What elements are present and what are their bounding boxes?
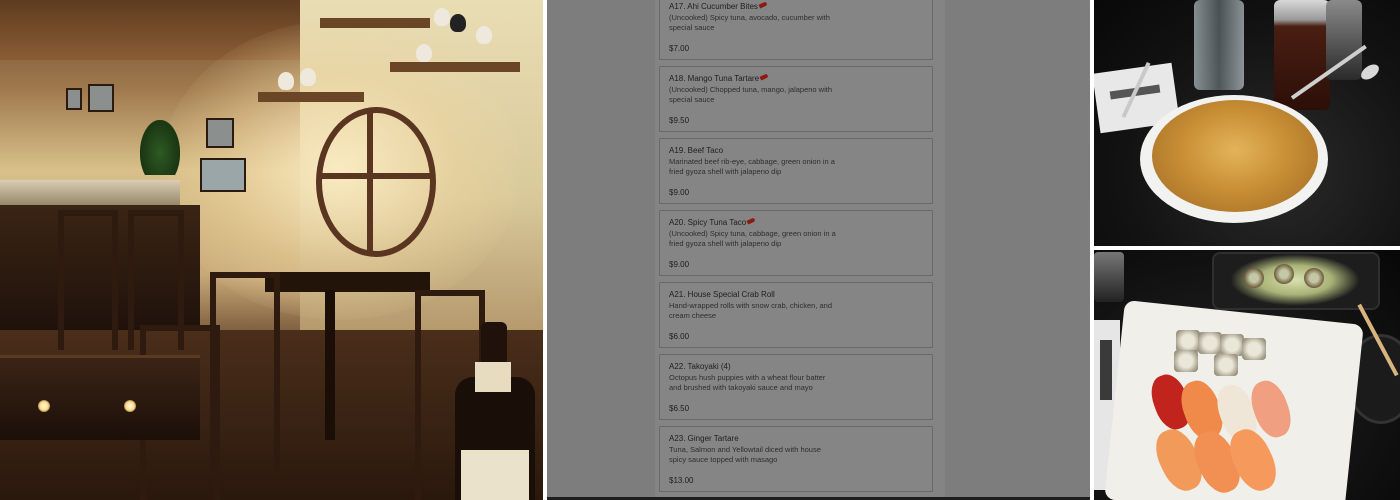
menu-item[interactable]: A19. Beef Taco Marinated beef rib-eye, c… <box>659 138 933 204</box>
potted-plant <box>140 120 180 175</box>
round-display-shelf <box>316 107 436 257</box>
menu-item-price: $7.00 <box>669 44 690 53</box>
menu-item-price: $9.00 <box>669 188 690 197</box>
wall-picture <box>206 118 234 148</box>
menu-item[interactable]: A17. Ahi Cucumber Bites (Uncooked) Spicy… <box>659 0 933 60</box>
lucky-cat-figurine <box>450 14 466 32</box>
menu-item[interactable]: A22. Takoyaki (4) Octopus hush puppies w… <box>659 354 933 420</box>
menu-item-price: $6.00 <box>669 332 690 341</box>
maki-piece <box>1198 332 1222 354</box>
menu-item-description: Marinated beef rib-eye, cabbage, green o… <box>669 157 835 176</box>
lucky-cat-figurine <box>434 8 450 26</box>
menu-item-price: $13.00 <box>669 476 694 485</box>
dining-chair <box>210 272 280 472</box>
fried-rice <box>1152 100 1318 212</box>
menu-item-name: A22. Takoyaki (4) <box>669 362 731 371</box>
wall-shelf <box>390 62 520 72</box>
menu-item-name: A17. Ahi Cucumber Bites <box>669 1 923 12</box>
lucky-cat-figurine <box>476 26 492 44</box>
menu-item-description: Hand-wrapped rolls with snow crab, chick… <box>669 301 832 320</box>
menu-item[interactable]: A21. House Special Crab Roll Hand-wrappe… <box>659 282 933 348</box>
lucky-cat-figurine <box>416 44 432 62</box>
candle <box>38 400 50 412</box>
dining-table <box>265 272 430 292</box>
maki-piece <box>1220 334 1244 356</box>
menu-item-name: A23. Ginger Tartare <box>669 434 739 443</box>
menu-item-description: Octopus hush puppies with a wheat flour … <box>669 373 826 392</box>
water-glass <box>1194 0 1244 90</box>
menu-item-price: $9.00 <box>669 260 690 269</box>
wall-picture <box>88 84 114 112</box>
lucky-cat-figurine <box>278 72 294 90</box>
bar-stool <box>58 210 118 350</box>
candle <box>124 400 136 412</box>
menu-item-price: $9.50 <box>669 116 690 125</box>
restaurant-interior-photo[interactable] <box>0 0 543 500</box>
fried-rice-photo[interactable] <box>1094 0 1400 246</box>
menu-item-name: A19. Beef Taco <box>669 146 724 155</box>
wall-screen <box>200 158 246 192</box>
chili-pepper-icon <box>746 217 756 225</box>
menu-page-dimmed[interactable]: A17. Ahi Cucumber Bites (Uncooked) Spicy… <box>547 0 1090 500</box>
menu-item-name: A18. Mango Tuna Tartare <box>669 73 923 84</box>
menu-item[interactable]: A20. Spicy Tuna Taco (Uncooked) Spicy tu… <box>659 210 933 276</box>
soda-glass <box>1274 0 1330 110</box>
sushi-roll <box>1304 268 1324 288</box>
wall-picture <box>66 88 82 110</box>
lucky-cat-figurine <box>300 68 316 86</box>
menu-item-description: Tuna, Salmon and Yellowtail diced with h… <box>669 445 821 464</box>
chili-pepper-icon <box>758 1 768 9</box>
sushi-roll <box>1244 268 1264 288</box>
dining-table <box>0 355 200 440</box>
menu-item-name: A20. Spicy Tuna Taco <box>669 217 923 228</box>
sushi-platter-photo[interactable] <box>1094 250 1400 500</box>
menu-item-name: A21. House Special Crab Roll <box>669 290 775 299</box>
table-leg <box>325 290 335 440</box>
sushi-roll <box>1274 264 1294 284</box>
menu-item-description: (Uncooked) Spicy tuna, cabbage, green on… <box>669 229 836 248</box>
chili-pepper-icon <box>759 73 769 81</box>
menu-item-description: (Uncooked) Chopped tuna, mango, jalapeno… <box>669 85 833 104</box>
maki-piece <box>1174 350 1198 372</box>
maki-piece <box>1242 338 1266 360</box>
chopstick-wrapper-logo <box>1100 340 1112 400</box>
menu-item[interactable]: A23. Ginger Tartare Tuna, Salmon and Yel… <box>659 426 933 492</box>
menu-item[interactable]: A18. Mango Tuna Tartare (Uncooked) Chopp… <box>659 66 933 132</box>
maki-piece <box>1214 354 1238 376</box>
menu-list: A17. Ahi Cucumber Bites (Uncooked) Spicy… <box>659 0 933 498</box>
wall-shelf <box>258 92 364 102</box>
beer-bottle <box>455 322 535 500</box>
cup <box>1094 252 1124 302</box>
menu-item-price: $6.50 <box>669 404 690 413</box>
maki-piece <box>1176 330 1200 352</box>
wall-shelf <box>320 18 430 28</box>
menu-item-description: (Uncooked) Spicy tuna, avocado, cucumber… <box>669 13 830 32</box>
